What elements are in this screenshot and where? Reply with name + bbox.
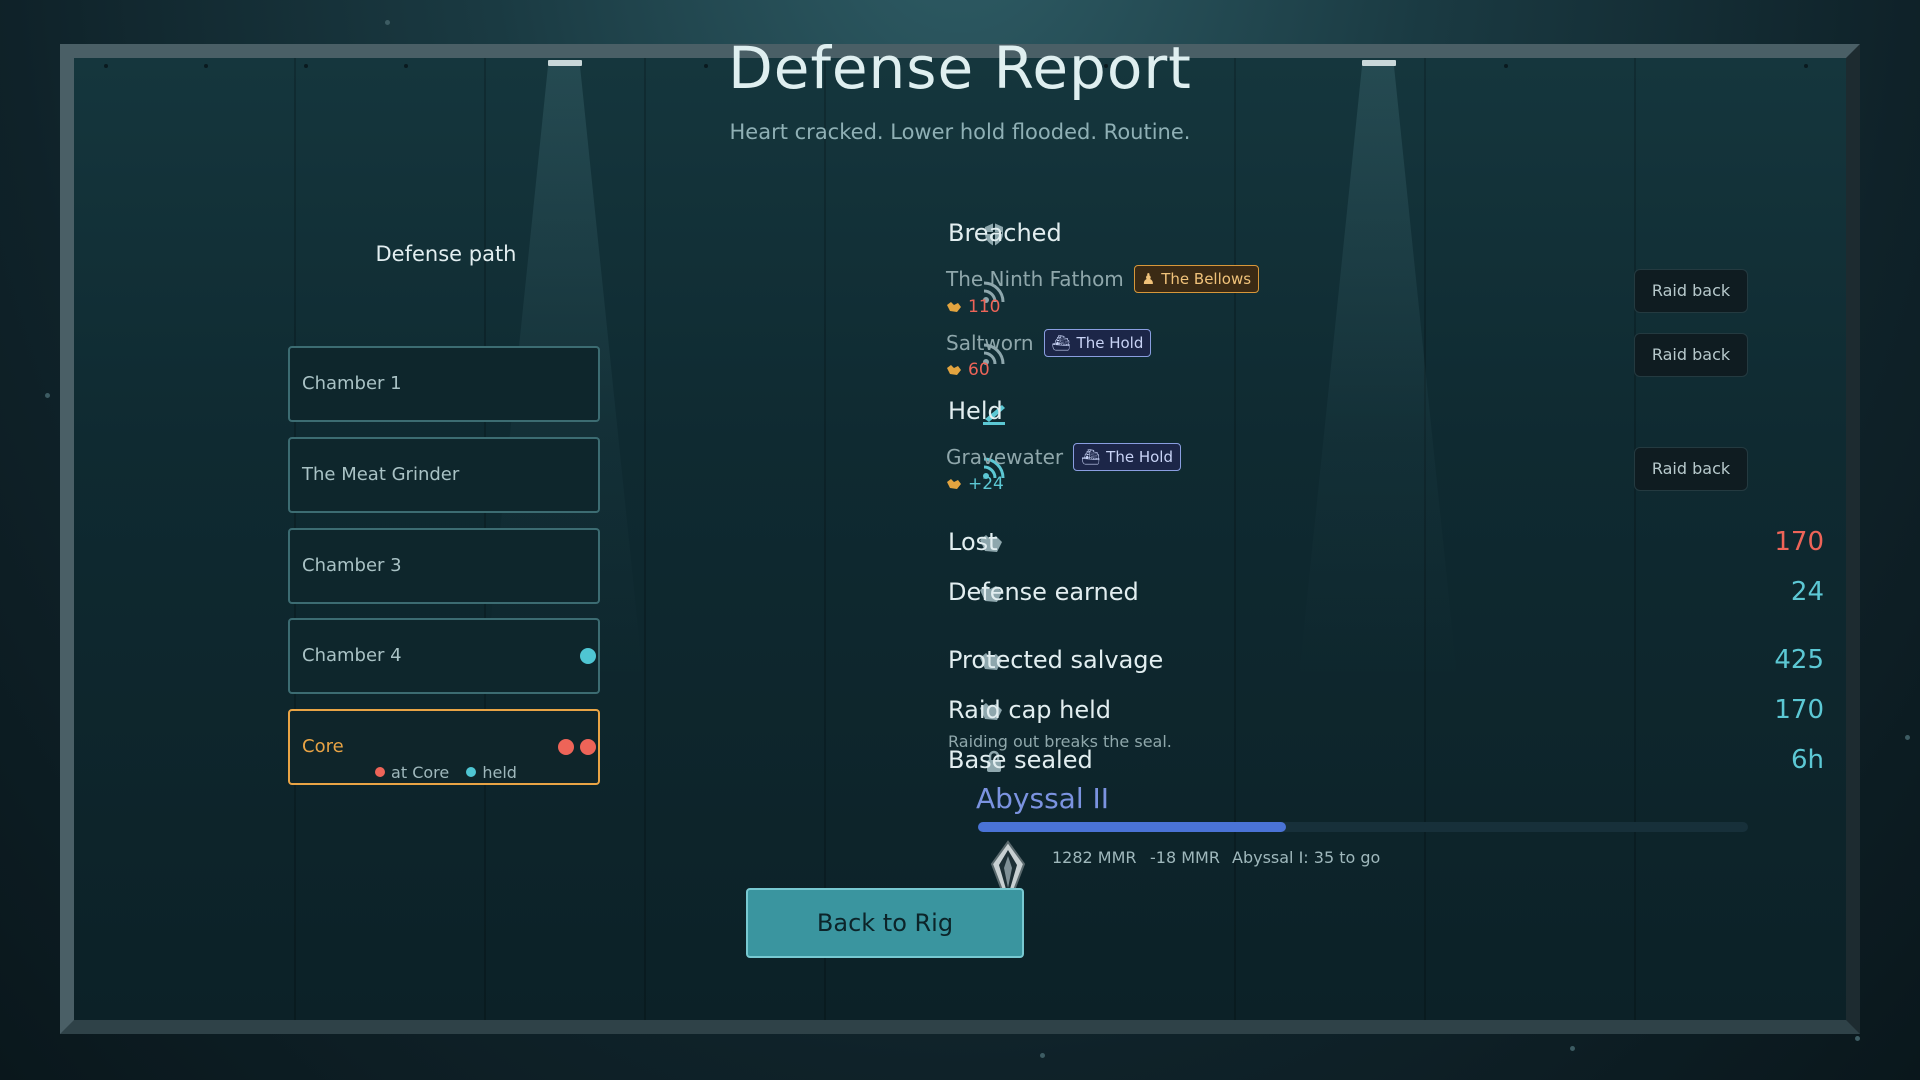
held-marker <box>580 648 596 664</box>
panel-seam <box>1634 58 1636 1020</box>
raider-saltworn: Saltworn ⛴ The Hold <box>946 329 1152 357</box>
amount-value: +24 <box>968 474 1004 494</box>
page-title: Defense Report <box>728 34 1192 102</box>
figure-icon: ♟ <box>1141 270 1156 288</box>
background-speck <box>1040 1053 1045 1058</box>
rank-mmr-delta: -18 MMR <box>1150 848 1220 867</box>
salvage-icon <box>947 479 961 489</box>
raider-amount: 110 <box>946 297 1000 317</box>
faction-tag-label: The Hold <box>1106 448 1173 466</box>
raid-back-button[interactable]: Raid back <box>1634 333 1748 377</box>
legend-swatch-teal <box>466 767 477 777</box>
stat-lost-label: Lost <box>948 528 998 556</box>
salvage-icon <box>947 302 961 312</box>
background-speck <box>1855 1036 1860 1041</box>
breached-heading: Breached <box>948 219 1062 247</box>
stat-raid-cap-value: 170 <box>1774 695 1824 725</box>
rank-next-tier: Abyssal I: 35 to go <box>1232 848 1381 867</box>
rivet <box>204 1024 208 1028</box>
chamber-label: Chamber 4 <box>302 645 402 666</box>
rivet <box>1804 1024 1808 1028</box>
ship-icon: ⛴ <box>1081 448 1101 466</box>
raider-amount: 60 <box>946 360 990 380</box>
back-to-rig-button[interactable]: Back to Rig <box>746 888 1024 958</box>
rank-progress-bar <box>978 822 1748 832</box>
faction-tag-label: The Hold <box>1076 334 1144 352</box>
raid-back-button[interactable]: Raid back <box>1634 269 1748 313</box>
raider-name: The Ninth Fathom <box>946 267 1124 291</box>
stat-raid-cap-label: Raid cap held <box>948 696 1112 724</box>
rank-name: Abyssal II <box>976 782 1110 815</box>
chamber-meat-grinder: The Meat Grinder <box>288 437 600 513</box>
legend-swatch-red <box>375 767 386 777</box>
faction-tag-label: The Bellows <box>1161 270 1252 288</box>
held-heading: Held <box>948 397 1003 425</box>
stat-protected-salvage-label: Protected salvage <box>948 646 1164 674</box>
stat-protected-salvage-value: 425 <box>1774 645 1824 675</box>
ship-icon: ⛴ <box>1051 334 1071 352</box>
stat-defense-earned-label: Defense earned <box>948 578 1139 606</box>
rivet <box>1504 1024 1508 1028</box>
stat-base-sealed-value: 6h <box>1790 745 1824 775</box>
raider-name: Gravewater <box>946 445 1064 469</box>
path-legend: at Core held <box>288 762 604 782</box>
at-core-marker <box>558 739 574 755</box>
amount-value: 60 <box>968 360 990 380</box>
rank-progress-fill <box>978 822 1286 832</box>
panel-seam <box>644 58 646 1020</box>
legend-at-core: at Core <box>375 763 449 782</box>
faction-tag: ⛴ The Hold <box>1043 329 1152 357</box>
salvage-icon <box>947 365 961 375</box>
page-subtitle: Heart cracked. Lower hold flooded. Routi… <box>729 120 1191 144</box>
raider-ninth-fathom: The Ninth Fathom ♟ The Bellows <box>946 265 1260 293</box>
stat-defense-earned-value: 24 <box>1790 577 1824 607</box>
at-core-marker <box>580 739 596 755</box>
spotlight-beam <box>1298 66 1458 686</box>
chamber-label: Chamber 3 <box>302 555 402 576</box>
background-speck <box>1905 735 1910 740</box>
chamber-label: Core <box>302 736 344 757</box>
legend-label: held <box>482 762 517 782</box>
rivet <box>104 1024 108 1028</box>
faction-tag: ♟ The Bellows <box>1133 265 1260 293</box>
background-speck <box>45 393 50 398</box>
background-speck <box>385 20 390 25</box>
chamber-3: Chamber 3 <box>288 528 600 604</box>
chamber-1: Chamber 1 <box>288 346 600 422</box>
chamber-4: Chamber 4 <box>288 618 600 694</box>
defense-path-heading: Defense path <box>375 242 517 266</box>
panel-seam <box>824 58 826 1020</box>
rank-mmr: 1282 MMR <box>1052 848 1137 867</box>
raider-name: Saltworn <box>946 331 1034 355</box>
chamber-label: The Meat Grinder <box>302 464 460 485</box>
seal-note: Raiding out breaks the seal. <box>948 732 1172 751</box>
raider-gravewater: Gravewater ⛴ The Hold <box>946 443 1181 471</box>
faction-tag: ⛴ The Hold <box>1073 443 1181 471</box>
chamber-label: Chamber 1 <box>302 373 402 394</box>
legend-label: at Core <box>391 762 450 782</box>
raider-amount: +24 <box>946 474 1004 494</box>
panel-seam <box>1234 58 1236 1020</box>
background-speck <box>1570 1046 1575 1051</box>
amount-value: 110 <box>968 297 1001 317</box>
stat-lost-value: 170 <box>1774 527 1824 557</box>
legend-held: held <box>466 763 517 782</box>
raid-back-button[interactable]: Raid back <box>1634 447 1748 491</box>
